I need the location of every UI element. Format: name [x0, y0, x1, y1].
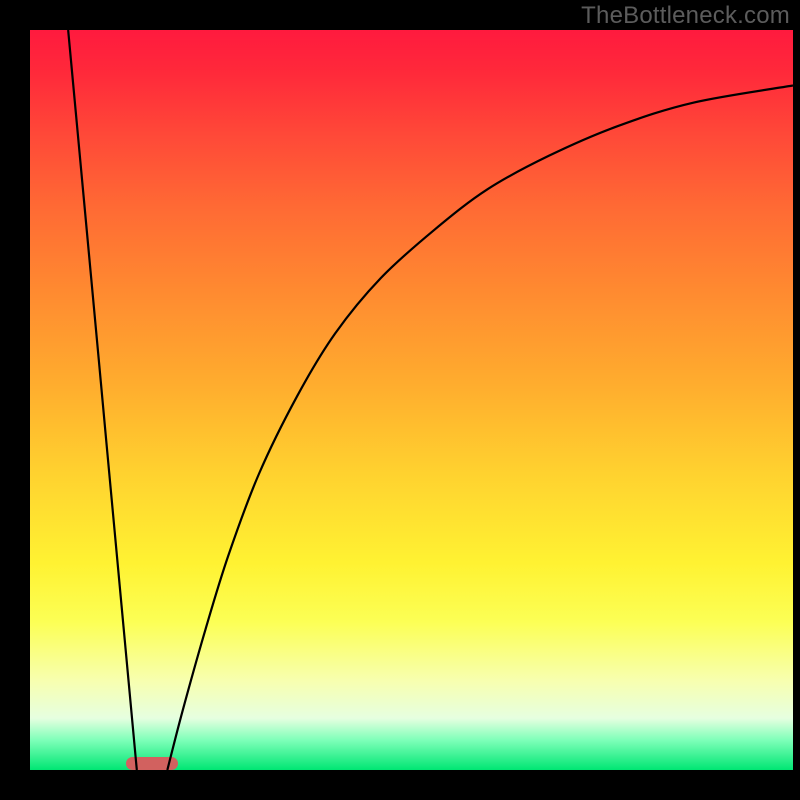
chart-frame: TheBottleneck.com — [0, 0, 800, 800]
heat-gradient-background — [30, 30, 793, 770]
optimal-point-marker — [126, 757, 178, 770]
watermark-text: TheBottleneck.com — [581, 2, 790, 30]
plot-area — [30, 30, 793, 770]
